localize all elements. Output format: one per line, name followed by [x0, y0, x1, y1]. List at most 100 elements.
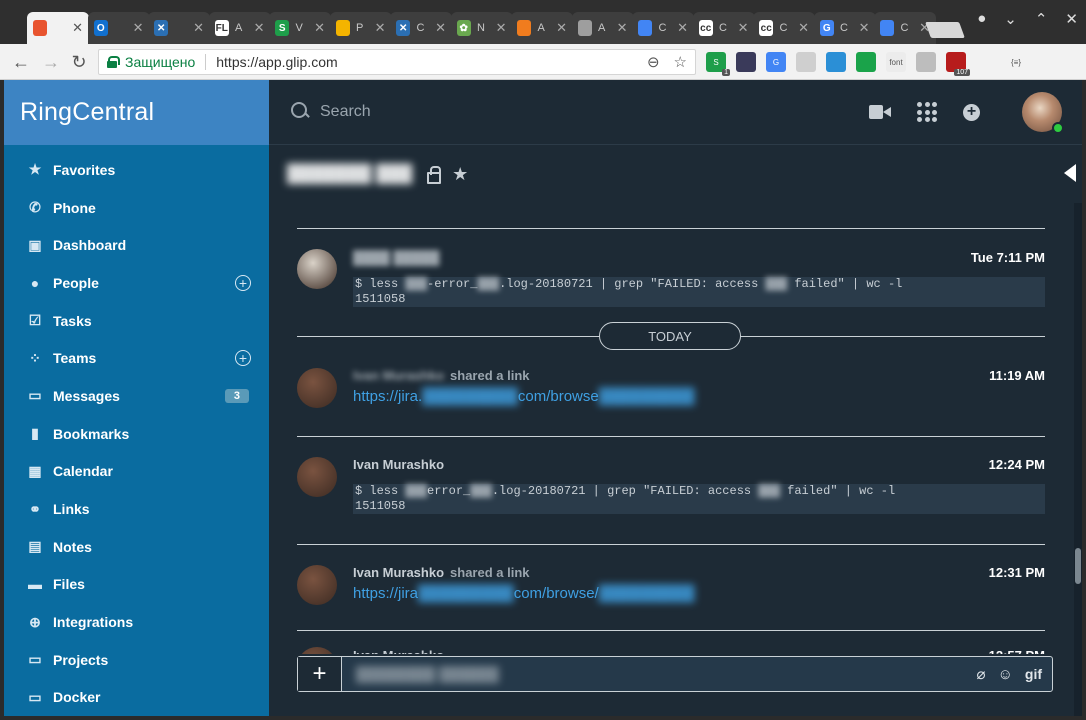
- sidebar-item-projects[interactable]: ▭ Projects: [4, 641, 269, 679]
- sender-name[interactable]: Ivan Murashko: [353, 648, 444, 654]
- tab-close-icon[interactable]: ✕: [617, 20, 628, 36]
- sender-name[interactable]: Ivan Murashko: [353, 565, 444, 580]
- sidebar-item-calendar[interactable]: ▦ Calendar: [4, 453, 269, 491]
- extension-icon[interactable]: [736, 52, 756, 72]
- tab-close-icon[interactable]: ✕: [133, 20, 144, 36]
- tab-close-icon[interactable]: ✕: [314, 20, 325, 36]
- tab-close-icon[interactable]: ✕: [254, 20, 265, 36]
- shared-link[interactable]: https://jira█████████com/browse/████████…: [353, 585, 694, 602]
- sidebar-item-docker[interactable]: ▭ Docker: [4, 679, 269, 716]
- browser-tab[interactable]: O ✕: [87, 12, 150, 44]
- profile-icon[interactable]: ●: [977, 10, 986, 28]
- extension-icon[interactable]: [856, 52, 876, 72]
- reload-button[interactable]: ↻: [68, 51, 90, 73]
- address-bar[interactable]: Защищено https://app.glip.com ⊖ ☆: [98, 49, 696, 75]
- sidebar-item-phone[interactable]: ✆ Phone: [4, 189, 269, 227]
- tab-close-icon[interactable]: ✕: [556, 20, 567, 36]
- browser-tab[interactable]: FL A ✕: [208, 12, 271, 44]
- extension-icon[interactable]: font: [886, 52, 906, 72]
- browser-tab[interactable]: C ✕: [632, 12, 694, 44]
- tab-close-icon[interactable]: ✕: [375, 20, 386, 36]
- sidebar-item-bookmarks[interactable]: ▮ Bookmarks: [4, 415, 269, 453]
- add-people-button[interactable]: +: [235, 274, 251, 291]
- tab-close-icon[interactable]: ✕: [193, 20, 204, 36]
- sidebar-item-messages[interactable]: ▭ Messages 3: [4, 377, 269, 415]
- video-call-icon[interactable]: [869, 105, 891, 119]
- browser-tab[interactable]: S V ✕: [269, 12, 331, 44]
- tab-close-icon[interactable]: ✕: [72, 20, 83, 36]
- extension-icon[interactable]: G: [766, 52, 786, 72]
- minimize-icon[interactable]: ⌄: [1004, 10, 1017, 28]
- emoji-icon[interactable]: ☺: [998, 666, 1013, 683]
- collapse-panel-icon[interactable]: [1064, 164, 1076, 182]
- attach-plus-button[interactable]: +: [298, 657, 342, 691]
- gif-button[interactable]: gif: [1025, 666, 1042, 682]
- scrollbar[interactable]: [1074, 203, 1082, 716]
- maximize-icon[interactable]: ⌃: [1035, 10, 1048, 28]
- sender-avatar[interactable]: [297, 565, 337, 605]
- shared-link[interactable]: https://jira.█████████com/browse████████…: [353, 388, 694, 405]
- browser-tab[interactable]: ✕ ✕: [148, 12, 210, 44]
- tab-close-icon[interactable]: ✕: [677, 20, 688, 36]
- tab-close-icon[interactable]: ✕: [496, 20, 507, 36]
- browser-tab[interactable]: ✕ C ✕: [390, 12, 452, 44]
- compose-input[interactable]: ████████ ██████: [342, 666, 977, 682]
- browser-tab[interactable]: ✿ N ✕: [450, 12, 513, 44]
- extension-icon[interactable]: 107: [946, 52, 970, 76]
- sender-avatar[interactable]: [297, 249, 337, 289]
- sidebar-item-people[interactable]: ● People +: [4, 264, 269, 302]
- sidebar-item-links[interactable]: ⚭ Links: [4, 490, 269, 528]
- unlock-icon[interactable]: [426, 166, 442, 184]
- url-text[interactable]: https://app.glip.com: [216, 54, 337, 70]
- sender-name[interactable]: Ivan Murashko: [353, 368, 444, 383]
- search-input[interactable]: [320, 103, 740, 121]
- zoom-icon[interactable]: ⊖: [647, 53, 660, 71]
- browser-tab[interactable]: ✕: [27, 12, 89, 44]
- sender-avatar[interactable]: [297, 647, 337, 654]
- new-tab-button[interactable]: [925, 22, 965, 38]
- message-post: ████ █████ Tue 7:11 PM $ less ███-error_█…: [297, 228, 1045, 325]
- sender-name[interactable]: ████ █████: [353, 250, 440, 265]
- sender-avatar[interactable]: [297, 457, 337, 497]
- browser-tab[interactable]: cc C ✕: [753, 12, 815, 44]
- sidebar-item-favorites[interactable]: ★ Favorites: [4, 151, 269, 189]
- sidebar-item-label: Notes: [53, 538, 92, 555]
- tab-close-icon[interactable]: ✕: [859, 20, 870, 36]
- browser-tab[interactable]: cc C ✕: [692, 12, 755, 44]
- back-button[interactable]: ←: [10, 51, 32, 73]
- link-text: com/browse/: [513, 585, 599, 602]
- conversation-title[interactable]: ███████ ███: [287, 164, 412, 184]
- browser-tab[interactable]: P ✕: [329, 12, 392, 44]
- browser-tab[interactable]: G C ✕: [813, 12, 876, 44]
- paperclip-icon[interactable]: ⌀: [977, 665, 986, 683]
- extension-icon[interactable]: [796, 52, 816, 72]
- browser-tab[interactable]: A ✕: [571, 12, 634, 44]
- add-teams-button[interactable]: +: [235, 350, 251, 367]
- browser-tab[interactable]: A ✕: [511, 12, 573, 44]
- new-action-icon[interactable]: +: [963, 103, 980, 121]
- tab-close-icon[interactable]: ✕: [435, 20, 446, 36]
- close-window-icon[interactable]: ✕: [1065, 10, 1078, 28]
- user-avatar[interactable]: [1022, 92, 1064, 134]
- extension-icon[interactable]: [826, 52, 846, 72]
- sender-avatar[interactable]: [297, 368, 337, 408]
- sidebar-item-files[interactable]: ▬ Files: [4, 566, 269, 604]
- sidebar-item-tasks[interactable]: ☑ Tasks: [4, 302, 269, 340]
- extension-icon[interactable]: {≡}: [1006, 52, 1026, 72]
- apps-grid-icon[interactable]: [917, 102, 937, 122]
- bookmark-star-icon[interactable]: ☆: [674, 53, 687, 71]
- scrollbar-thumb[interactable]: [1075, 548, 1081, 584]
- tab-close-icon[interactable]: ✕: [798, 20, 809, 36]
- extension-icon[interactable]: S1: [706, 52, 730, 76]
- tab-title: P: [355, 22, 364, 34]
- extension-icon[interactable]: [976, 52, 996, 72]
- sidebar-item-integrations[interactable]: ⊕ Integrations: [4, 603, 269, 641]
- sidebar-item-notes[interactable]: ▤ Notes: [4, 528, 269, 566]
- forward-button[interactable]: →: [40, 51, 62, 73]
- extension-icon[interactable]: [916, 52, 936, 72]
- sender-name[interactable]: Ivan Murashko: [353, 457, 444, 472]
- sidebar-item-teams[interactable]: ⁘ Teams +: [4, 339, 269, 377]
- favorite-star-icon[interactable]: ★: [452, 164, 468, 185]
- tab-close-icon[interactable]: ✕: [738, 20, 749, 36]
- sidebar-item-dashboard[interactable]: ▣ Dashboard: [4, 226, 269, 264]
